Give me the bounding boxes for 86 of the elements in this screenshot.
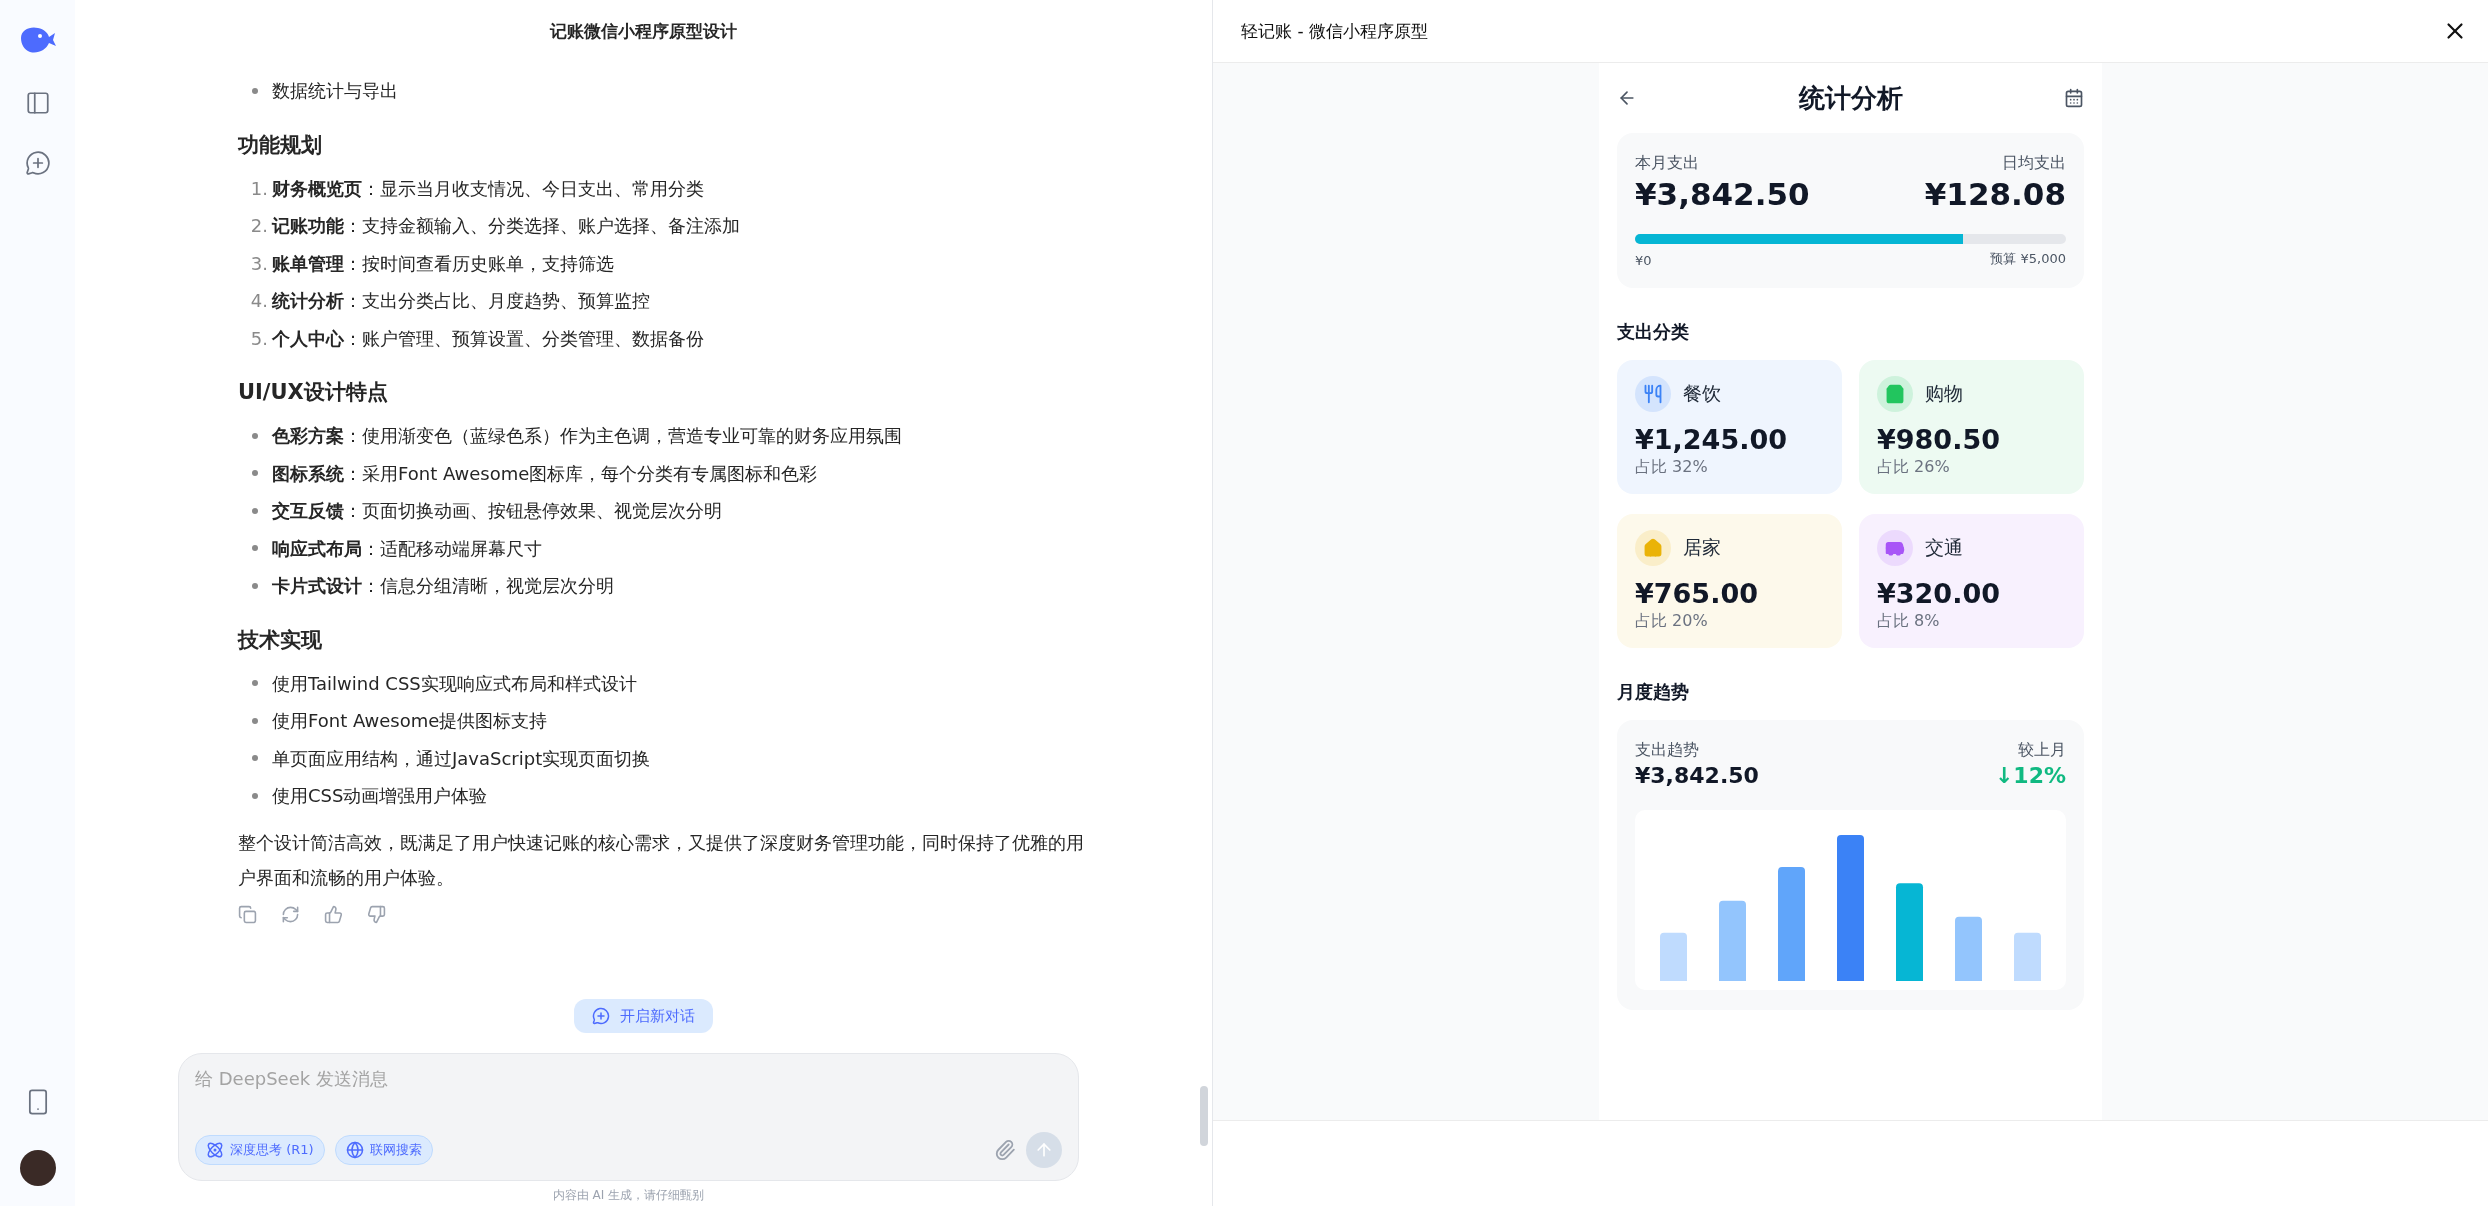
category-name: 餐饮 (1683, 381, 1721, 406)
chat-plus-icon (592, 1007, 610, 1025)
bullet-dot (252, 432, 258, 439)
trend-label: 支出趋势 (1635, 740, 1699, 761)
compare-label: 较上月 (2018, 740, 2066, 761)
category-card[interactable]: 居家 ¥765.00 占比 20% (1617, 514, 1842, 648)
list-item-text: 图标系统：采用Font Awesome图标库，每个分类有专属图标和色彩 (272, 461, 818, 486)
list-item-text: 统计分析：支出分类占比、月度趋势、预算监控 (272, 289, 650, 313)
category-name: 交通 (1925, 535, 1963, 560)
bullet-dot (252, 470, 258, 477)
category-name: 购物 (1925, 381, 1963, 406)
calendar-icon[interactable] (2064, 88, 2084, 108)
preview-title: 轻记账 - 微信小程序原型 (1241, 19, 1428, 43)
globe-icon (345, 1141, 364, 1159)
list-item-text: 卡片式设计：信息分组清晰，视觉层次分明 (272, 574, 614, 598)
category-share: 占比 26% (1877, 457, 1951, 478)
mode-toggle[interactable]: 深度思考 (R1) (195, 1135, 325, 1165)
bullet-dot (252, 507, 258, 514)
category-share: 占比 20% (1635, 611, 1709, 632)
stat-amount: ¥3,842.50 (1635, 176, 1810, 212)
copy-icon[interactable] (238, 904, 257, 924)
stat-amount: ¥128.08 (1924, 176, 2066, 212)
new-chat-button[interactable]: 开启新对话 (574, 999, 713, 1033)
chat-title: 记账微信小程序原型设计 (548, 19, 738, 43)
bullet-dot (252, 680, 258, 687)
change-percent: ↓12% (1994, 763, 2066, 788)
list-item-text: 使用Font Awesome提供图标支持 (272, 709, 548, 733)
list-number: 2. (249, 214, 269, 238)
bullet-dot (252, 545, 258, 552)
bullet-dot (252, 792, 258, 799)
message-input[interactable]: 给 DeepSeek 发送消息 深度思考 (R1) 联网搜索 (178, 1053, 1079, 1181)
bullet-dot (252, 87, 258, 94)
thumbs-up-icon[interactable] (324, 904, 343, 924)
chart-bar (1955, 916, 1982, 981)
atom-icon (206, 1141, 224, 1159)
section-title: 月度趋势 (1617, 680, 1690, 704)
scrollbar-thumb[interactable] (1200, 1086, 1208, 1146)
list-item-text: 响应式布局：适配移动端屏幕尺寸 (272, 536, 542, 561)
category-amount: ¥980.50 (1877, 424, 2001, 455)
mode-toggle[interactable]: 联网搜索 (334, 1135, 433, 1165)
section-title: 支出分类 (1617, 320, 1690, 344)
section-heading: 功能规划 (238, 131, 323, 159)
section-heading: UI/UX设计特点 (238, 379, 389, 406)
list-item-text: 数据统计与导出 (272, 79, 398, 103)
bullet-dot (252, 717, 258, 724)
budget-label: 预算 ¥5,000 (1990, 250, 2066, 268)
section-heading: 技术实现 (238, 626, 323, 654)
list-item-text: 色彩方案：使用渐变色（蓝绿色系）作为主色调，营造专业可靠的财务应用氛围 (272, 424, 902, 448)
trend-amount: ¥3,842.50 (1635, 763, 1759, 788)
category-share: 占比 8% (1877, 611, 1941, 632)
progress-min-label: ¥0 (1635, 253, 1652, 268)
category-card[interactable]: 餐饮 ¥1,245.00 占比 32% (1617, 360, 1842, 494)
stat-label: 日均支出 (2002, 153, 2066, 174)
list-number: 4. (249, 289, 269, 313)
list-number: 1. (249, 176, 269, 201)
bullet-dot (252, 582, 258, 589)
list-item-text: 使用CSS动画增强用户体验 (272, 784, 488, 808)
thumbs-down-icon[interactable] (367, 904, 386, 924)
list-item-text: 交互反馈：页面切换动画、按钮悬停效果、视觉层次分明 (272, 499, 722, 523)
new-chat-icon[interactable] (24, 150, 51, 176)
screen-title: 统计分析 (1798, 81, 1903, 115)
category-amount: ¥765.00 (1635, 578, 1759, 609)
category-amount: ¥320.00 (1877, 578, 2001, 609)
sidebar-toggle-icon[interactable] (24, 90, 51, 116)
chart-bar (1660, 932, 1687, 981)
category-card[interactable]: 购物 ¥980.50 占比 26% (1859, 360, 2084, 494)
category-amount: ¥1,245.00 (1635, 424, 1789, 455)
list-item-text: 单页面应用结构，通过JavaScript实现页面切换 (272, 746, 651, 771)
category-name: 居家 (1683, 535, 1721, 560)
stat-label: 本月支出 (1635, 153, 1699, 174)
list-number: 3. (249, 251, 269, 276)
list-item-text: 记账功能：支持金额输入、分类选择、账户选择、备注添加 (272, 214, 740, 238)
list-item-text: 财务概览页：显示当月收支情况、今日支出、常用分类 (272, 176, 704, 201)
summary-paragraph: 整个设计简洁高效，既满足了用户快速记账的核心需求，又提供了深度财务管理功能，同时保持了优雅的用户界面和流畅的用户体验。 (238, 830, 1085, 890)
paperclip-icon[interactable] (994, 1139, 1016, 1161)
list-item-text: 个人中心：账户管理、预算设置、分类管理、数据备份 (272, 326, 704, 351)
list-item-text: 使用Tailwind CSS实现响应式布局和样式设计 (272, 671, 637, 696)
disclaimer-text: 内容由 AI 生成，请仔细甄别 (552, 1187, 705, 1204)
category-card[interactable]: 交通 ¥320.00 占比 8% (1859, 514, 2084, 648)
category-share: 占比 32% (1635, 457, 1709, 478)
bullet-dot (252, 755, 258, 762)
chart-bar (2014, 932, 2041, 981)
user-avatar[interactable] (19, 1150, 56, 1186)
refresh-icon[interactable] (281, 904, 300, 924)
list-number: 5. (249, 326, 269, 351)
list-item-text: 账单管理：按时间查看历史账单，支持筛选 (272, 251, 614, 276)
